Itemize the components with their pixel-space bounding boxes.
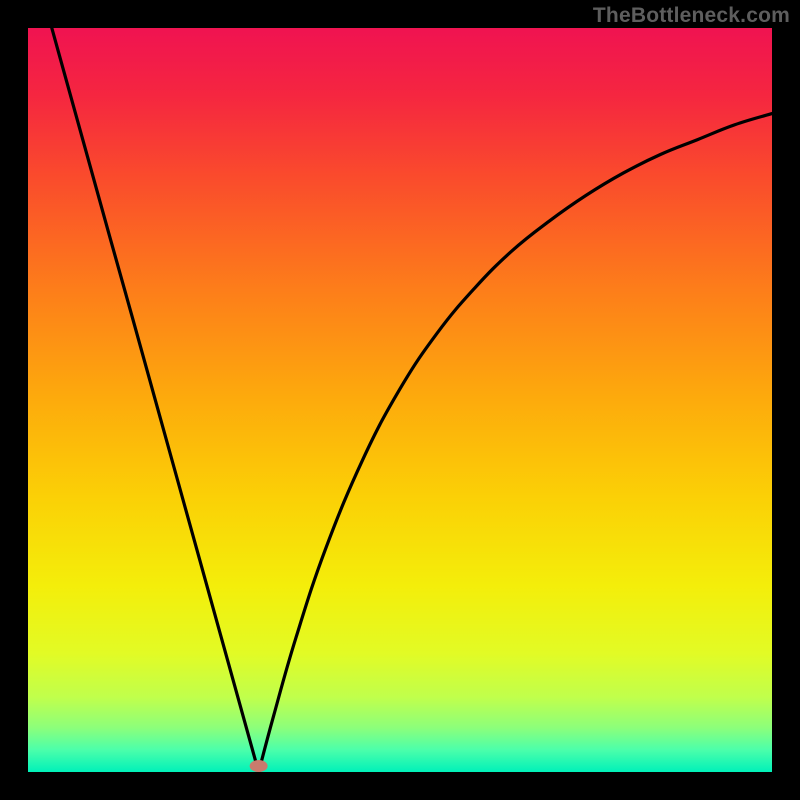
plot-area [28, 28, 772, 772]
optimum-marker [250, 760, 268, 772]
watermark-text: TheBottleneck.com [593, 4, 790, 28]
bottleneck-chart [28, 28, 772, 772]
gradient-background [28, 28, 772, 772]
chart-container: TheBottleneck.com [0, 0, 800, 800]
